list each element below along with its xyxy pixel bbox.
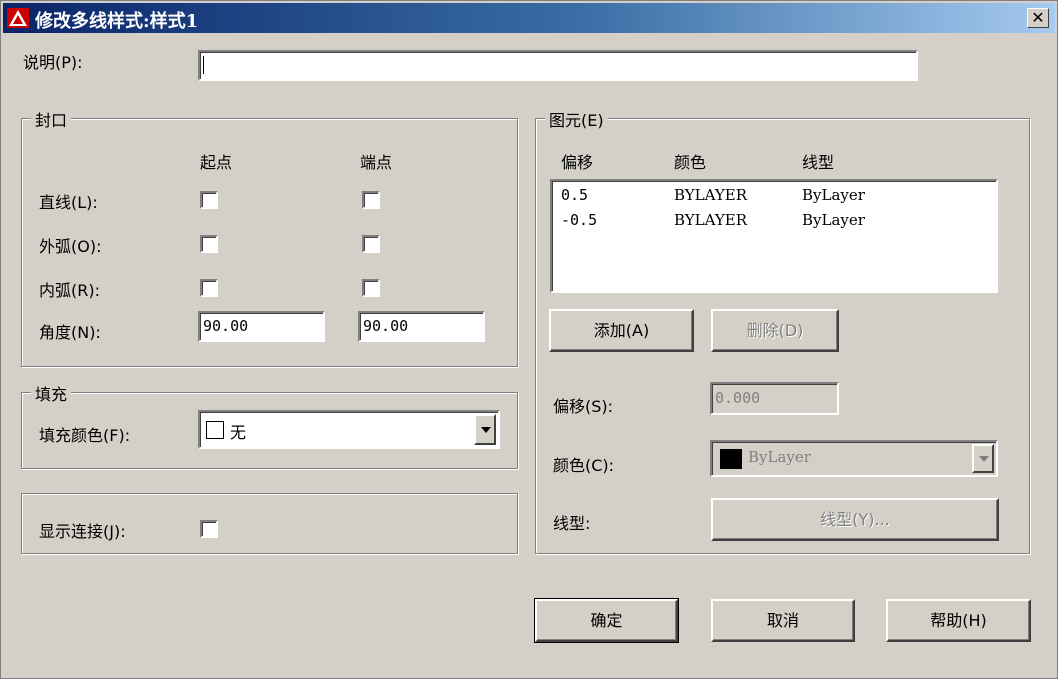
title-bar[interactable]: 修改多线样式:样式1 ✕ — [3, 3, 1055, 33]
outer-arc-start-checkbox[interactable] — [200, 235, 218, 253]
angle-label: 角度(N): — [39, 323, 101, 342]
color-label: 颜色(C): — [553, 456, 615, 475]
list-item[interactable]: 0.5 BYLAYER ByLayer — [552, 184, 992, 208]
chevron-down-icon[interactable] — [474, 414, 496, 445]
close-button[interactable]: ✕ — [1027, 8, 1049, 28]
list-item[interactable]: -0.5 BYLAYER ByLayer — [552, 209, 992, 233]
outer-arc-end-checkbox[interactable] — [362, 235, 380, 253]
chevron-down-icon[interactable] — [972, 444, 994, 473]
col-header-offset: 偏移 — [561, 153, 594, 172]
window-title: 修改多线样式:样式1 — [35, 11, 199, 32]
color-swatch — [720, 449, 742, 469]
linetype-label: 线型: — [553, 514, 591, 533]
help-button[interactable]: 帮助(H) — [886, 599, 1031, 642]
text-cursor — [203, 56, 204, 74]
dialog-window: 修改多线样式:样式1 ✕ 说明(P): 封口 起点 端点 直线(L): 外弧(O… — [0, 0, 1058, 679]
color-dropdown[interactable]: ByLayer — [710, 440, 998, 477]
line-start-checkbox[interactable] — [200, 191, 218, 209]
angle-end-input[interactable]: 90.00 — [358, 311, 485, 342]
elements-list[interactable]: 0.5 BYLAYER ByLayer -0.5 BYLAYER ByLayer — [550, 179, 998, 293]
angle-start-input[interactable]: 90.00 — [198, 311, 325, 342]
ok-button[interactable]: 确定 — [534, 598, 679, 643]
fill-color-swatch — [206, 421, 224, 439]
col-header-linetype: 线型 — [802, 153, 835, 172]
offset-input[interactable]: 0.000 — [710, 382, 839, 415]
line-end-checkbox[interactable] — [362, 191, 380, 209]
description-label: 说明(P): — [23, 53, 83, 72]
description-input[interactable] — [198, 50, 918, 81]
offset-label: 偏移(S): — [553, 397, 614, 416]
delete-button[interactable]: 删除(D) — [711, 309, 839, 352]
line-cap-label: 直线(L): — [39, 193, 98, 212]
show-joints-label: 显示连接(J): — [39, 522, 126, 541]
inner-arc-end-checkbox[interactable] — [362, 279, 380, 297]
caps-start-header: 起点 — [200, 153, 233, 172]
outer-arc-label: 外弧(O): — [39, 237, 102, 256]
show-joints-checkbox[interactable] — [200, 520, 218, 538]
cancel-button[interactable]: 取消 — [711, 599, 855, 642]
inner-arc-label: 内弧(R): — [39, 281, 100, 300]
inner-arc-start-checkbox[interactable] — [200, 279, 218, 297]
autocad-logo-icon — [7, 8, 29, 28]
caps-group-title: 封口 — [31, 107, 72, 131]
col-header-color: 颜色 — [674, 153, 707, 172]
fill-group-title: 填充 — [31, 381, 72, 405]
fill-color-label: 填充颜色(F): — [39, 426, 131, 445]
elements-group-title: 图元(E) — [545, 107, 608, 131]
caps-end-header: 端点 — [360, 153, 393, 172]
add-button[interactable]: 添加(A) — [549, 309, 694, 352]
linetype-button[interactable]: 线型(Y)... — [711, 498, 999, 541]
fill-color-dropdown[interactable]: 无 — [198, 410, 500, 449]
